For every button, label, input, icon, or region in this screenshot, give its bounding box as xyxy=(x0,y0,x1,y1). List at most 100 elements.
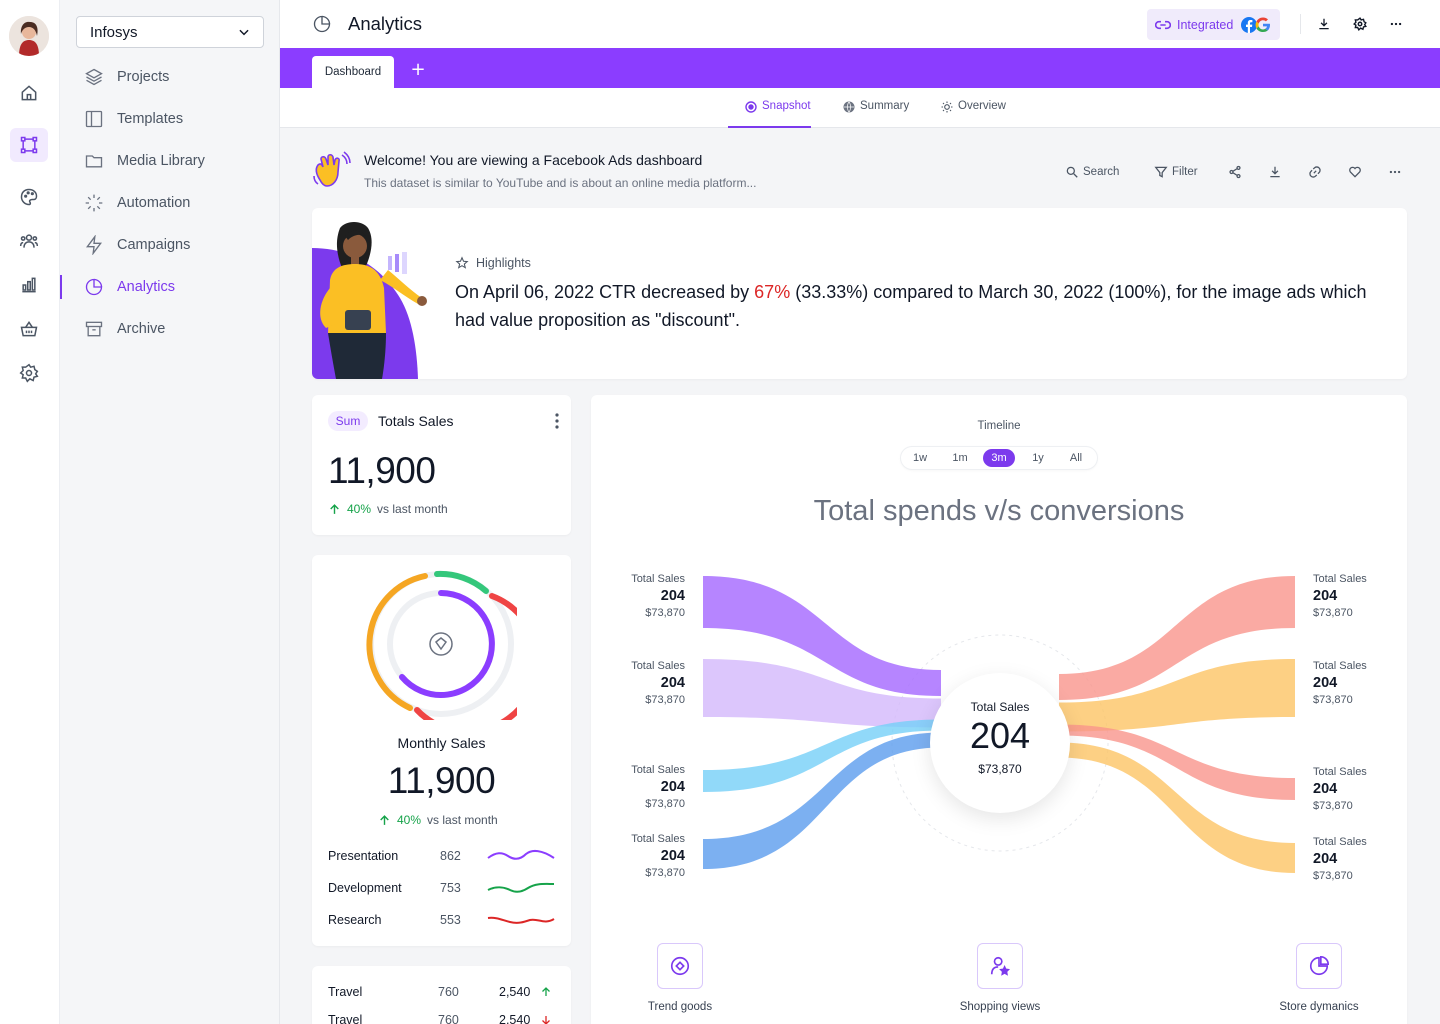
tab-overview[interactable]: Overview xyxy=(941,100,1006,128)
highlight-text: On April 06, 2022 CTR decreased by 67% (… xyxy=(455,278,1390,334)
sankey-link-left-3 xyxy=(703,719,941,792)
monthly-row-presentation: Presentation 862 xyxy=(328,846,556,866)
folder-icon xyxy=(84,151,104,171)
travel-row: Travel 760 2,540 xyxy=(328,982,556,1002)
heart-icon[interactable] xyxy=(1348,163,1362,181)
integrated-button[interactable]: Integrated xyxy=(1147,9,1280,40)
node-amount: $73,870 xyxy=(1313,607,1353,619)
row-value: 753 xyxy=(440,881,461,895)
node-label: Total Sales xyxy=(631,660,685,672)
loader-icon xyxy=(84,193,104,213)
page-title: Analytics xyxy=(348,13,423,34)
tab-label: Overview xyxy=(958,100,1006,112)
chevron-down-icon xyxy=(239,29,249,36)
total-sales-card: Sum Totals Sales 11,900 40% vs last mont… xyxy=(312,395,571,535)
settings-icon[interactable] xyxy=(1350,14,1370,34)
filter-button[interactable]: Filter xyxy=(1154,163,1198,181)
nav-item-analytics[interactable]: Analytics xyxy=(76,271,276,303)
settings-icon[interactable] xyxy=(10,356,48,390)
node-amount: $73,870 xyxy=(645,867,685,879)
nav-item-label: Campaigns xyxy=(117,237,191,253)
more-icon[interactable] xyxy=(1386,14,1406,34)
sub-tabs: Snapshot Summary Overview xyxy=(280,88,1440,128)
nav-item-label: Automation xyxy=(117,195,191,211)
kebab-menu-icon[interactable] xyxy=(555,413,559,429)
welcome-subtitle: This dataset is similar to YouTube and i… xyxy=(364,176,757,190)
nav-item-label: Projects xyxy=(117,69,170,85)
org-name: Infosys xyxy=(90,23,138,41)
sankey-link-right-3 xyxy=(1059,724,1295,800)
integrated-label: Integrated xyxy=(1177,17,1234,32)
pie-chart-icon xyxy=(313,15,331,33)
search-button[interactable]: Search xyxy=(1065,163,1119,181)
star-icon xyxy=(455,256,469,269)
spends-conversions-card: Timeline 1w 1m 3m 1y All Total spends v/… xyxy=(591,395,1407,1024)
users-icon[interactable] xyxy=(10,224,48,258)
center-value: 204 xyxy=(969,715,1031,756)
center-total: Total Sales 204 $73,870 xyxy=(930,673,1070,813)
sankey-node-left-2: Total Sales 204 $73,870 xyxy=(585,659,685,707)
diamond-icon xyxy=(657,943,703,989)
node-value: 204 xyxy=(1313,851,1338,867)
nav-active-indicator xyxy=(60,275,62,299)
center-label: Total Sales xyxy=(970,700,1030,714)
frame-icon[interactable] xyxy=(10,128,48,162)
row-total: 2,540 xyxy=(499,1013,531,1024)
tab-summary[interactable]: Summary xyxy=(843,100,909,128)
download-icon[interactable] xyxy=(1314,14,1334,34)
icon-rail xyxy=(0,0,60,1024)
org-select[interactable]: Infosys xyxy=(76,16,264,48)
tab-snapshot[interactable]: Snapshot xyxy=(728,100,811,128)
sparkline xyxy=(487,882,555,893)
home-icon[interactable] xyxy=(10,76,48,110)
more-icon[interactable] xyxy=(1388,163,1402,181)
link-icon[interactable] xyxy=(1308,163,1322,181)
monthly-delta: 40% vs last month xyxy=(378,813,498,827)
nav-item-label: Analytics xyxy=(117,279,176,295)
node-amount: $73,870 xyxy=(1313,870,1353,882)
highlights-label-text: Highlights xyxy=(476,256,531,270)
arrow-up-icon xyxy=(330,503,339,514)
monthly-row-development: Development 753 xyxy=(328,878,556,898)
node-label: Total Sales xyxy=(1313,660,1367,672)
nav-item-templates[interactable]: Templates xyxy=(76,103,276,135)
add-tab-button[interactable]: + xyxy=(408,60,428,80)
header-divider xyxy=(1300,14,1301,34)
basket-icon[interactable] xyxy=(10,312,48,346)
node-value: 204 xyxy=(1313,588,1338,604)
nav-item-automation[interactable]: Automation xyxy=(76,187,276,219)
sum-badge: Sum xyxy=(328,411,368,431)
delta-text: vs last month xyxy=(427,813,498,827)
nav-item-campaigns[interactable]: Campaigns xyxy=(76,229,276,261)
feature-store-dymanics[interactable]: Store dymanics xyxy=(1249,943,1389,1013)
download-icon[interactable] xyxy=(1268,163,1282,181)
node-label: Total Sales xyxy=(1313,766,1367,778)
node-amount: $73,870 xyxy=(645,798,685,810)
delta-percent: 40% xyxy=(397,813,422,827)
nav-item-archive[interactable]: Archive xyxy=(76,313,276,345)
arrow-down-icon xyxy=(542,1016,550,1024)
nav-item-projects[interactable]: Projects xyxy=(76,61,276,93)
share-icon[interactable] xyxy=(1228,163,1242,181)
tab-strip: Dashboard + xyxy=(280,48,1440,88)
node-label: Total Sales xyxy=(1313,836,1367,848)
search-icon xyxy=(1066,166,1078,178)
palette-icon[interactable] xyxy=(10,180,48,214)
search-label: Search xyxy=(1083,166,1120,178)
welcome-title: Welcome! You are viewing a Facebook Ads … xyxy=(364,152,703,168)
sankey-node-left-4: Total Sales 204 $73,870 xyxy=(585,832,685,880)
arrow-up-icon xyxy=(380,814,389,825)
user-star-icon xyxy=(977,943,1023,989)
avatar[interactable] xyxy=(9,16,49,56)
tab-dashboard[interactable]: Dashboard xyxy=(312,56,394,88)
highlight-text-start: On April 06, 2022 CTR decreased by xyxy=(455,282,755,302)
bar-chart-icon[interactable] xyxy=(10,268,48,302)
waving-hand-icon xyxy=(313,151,351,187)
nav-item-media-library[interactable]: Media Library xyxy=(76,145,276,177)
feature-trend-goods[interactable]: Trend goods xyxy=(610,943,750,1013)
google-icon xyxy=(1255,17,1271,32)
radial-progress-chart xyxy=(366,570,517,720)
delta-text: vs last month xyxy=(377,502,448,516)
feature-label: Trend goods xyxy=(647,1001,713,1013)
feature-shopping-views[interactable]: Shopping views xyxy=(930,943,1070,1013)
